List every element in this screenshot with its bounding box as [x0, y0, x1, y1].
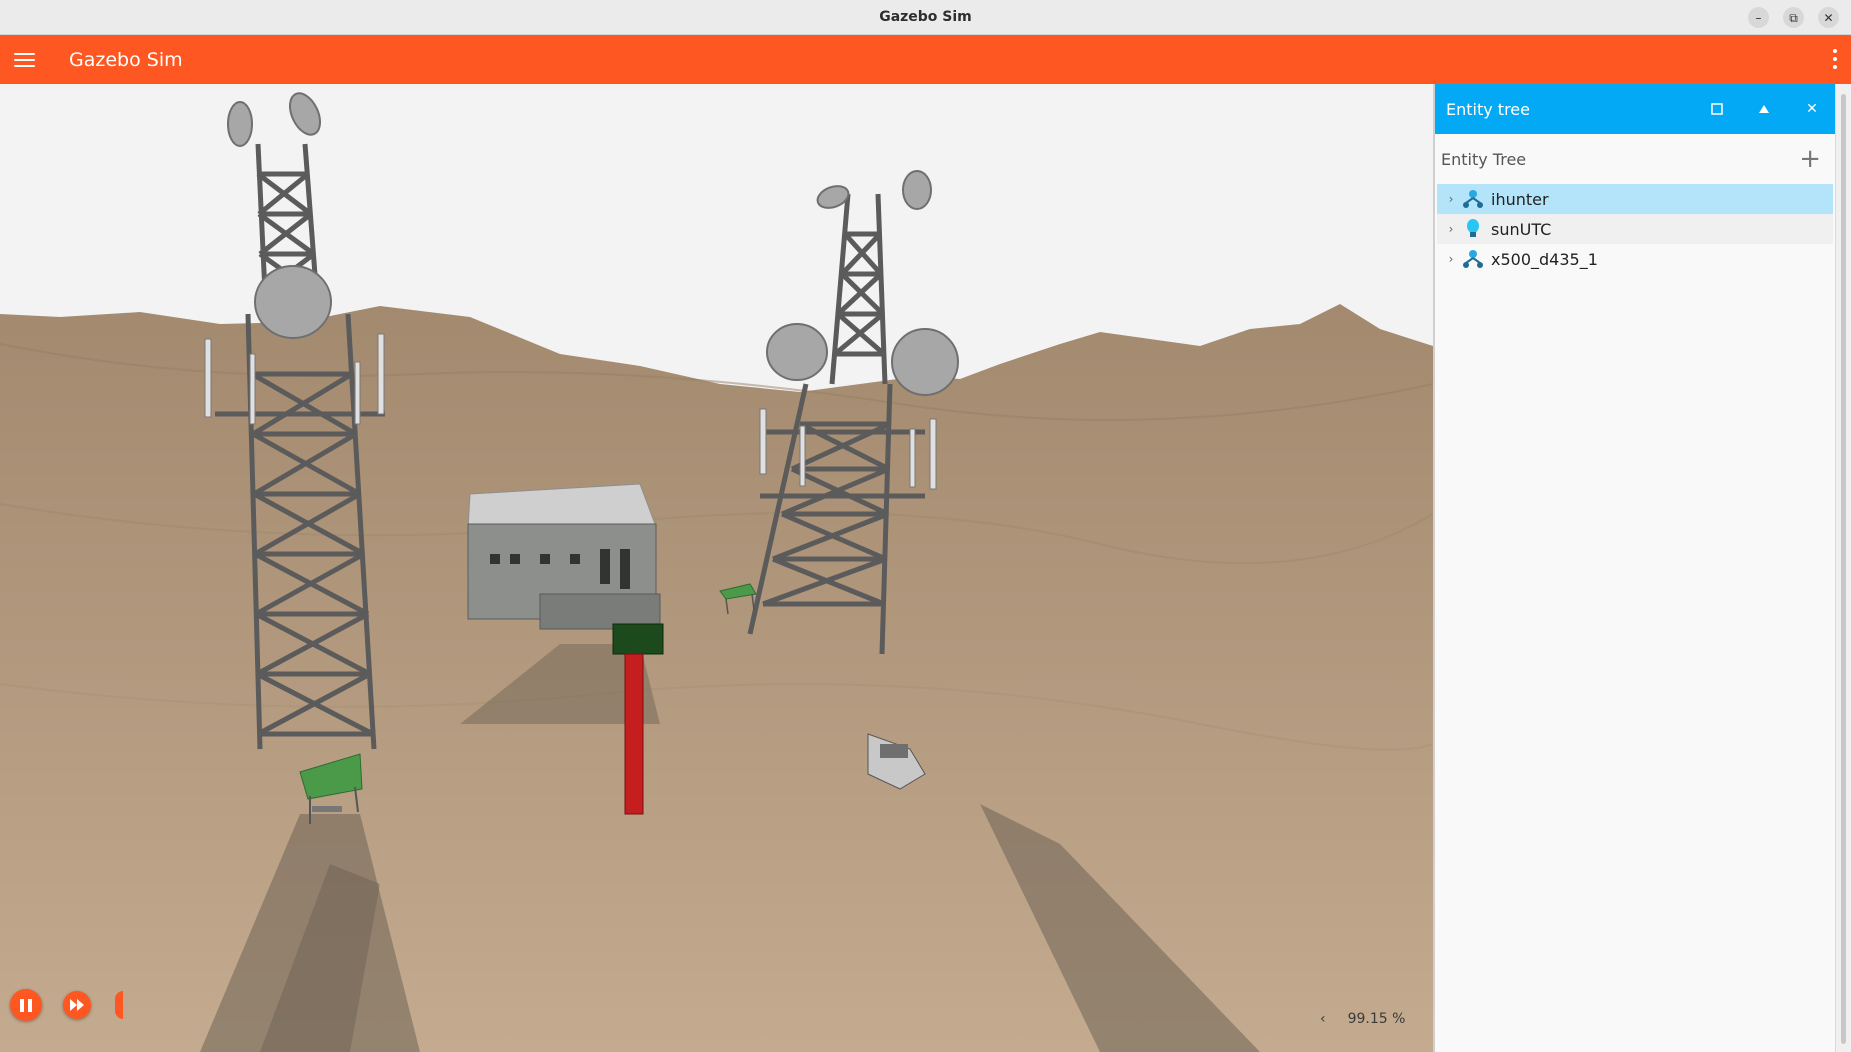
restore-icon[interactable]: ⧉ — [1783, 7, 1804, 28]
real-time-factor: ‹ 99.15 % — [1320, 1011, 1405, 1027]
minimize-icon[interactable]: – — [1748, 7, 1769, 28]
hamburger-icon[interactable] — [14, 51, 38, 69]
tree-item-ihunter[interactable]: › ihunter — [1437, 184, 1833, 214]
step-button[interactable] — [63, 991, 91, 1019]
chevron-right-icon[interactable]: › — [1443, 252, 1459, 266]
chevron-left-icon[interactable]: ‹ — [1320, 1011, 1326, 1027]
panel-title: Entity tree — [1446, 99, 1530, 119]
tree-item-label: sunUTC — [1491, 219, 1552, 239]
building — [467, 483, 661, 630]
model-icon — [1461, 187, 1485, 211]
scrollbar-thumb[interactable] — [1841, 94, 1846, 1044]
app-toolbar: Gazebo Sim — [0, 35, 1851, 84]
fast-forward-icon — [70, 999, 84, 1011]
app-title: Gazebo Sim — [69, 48, 183, 71]
real-time-factor-value: 99.15 % — [1347, 1011, 1406, 1027]
close-panel-icon[interactable]: ✕ — [1801, 98, 1823, 120]
window-title: Gazebo Sim — [879, 9, 972, 25]
pause-button[interactable] — [10, 989, 42, 1021]
scene-render — [0, 84, 1433, 1052]
entity-tree-panel: Entity tree ✕ Entity Tree + › ihunter › — [1433, 84, 1835, 1052]
tree-item-x500-d435-1[interactable]: › x500_d435_1 — [1437, 244, 1833, 274]
plus-icon[interactable]: + — [1799, 146, 1821, 172]
hidden-control-edge[interactable] — [115, 991, 123, 1019]
panel-scrollbar[interactable] — [1835, 84, 1851, 1052]
scene-viewport[interactable]: ‹ 99.15 % — [0, 84, 1433, 1052]
light-bulb-icon — [1461, 217, 1485, 241]
chevron-right-icon[interactable]: › — [1443, 222, 1459, 236]
maximize-icon[interactable] — [1706, 98, 1728, 120]
close-icon[interactable]: ✕ — [1818, 7, 1839, 28]
kebab-icon[interactable] — [1831, 48, 1839, 72]
panel-header: Entity tree ✕ — [1435, 84, 1835, 134]
window-controls: – ⧉ ✕ — [1748, 7, 1839, 28]
pause-icon — [18, 998, 34, 1012]
tree-item-sunutc[interactable]: › sunUTC — [1437, 214, 1833, 244]
entity-tree-title: Entity Tree — [1441, 149, 1527, 169]
tree-item-label: x500_d435_1 — [1491, 249, 1598, 269]
model-icon — [1461, 247, 1485, 271]
window-titlebar: Gazebo Sim – ⧉ ✕ — [0, 0, 1851, 35]
chevron-right-icon[interactable]: › — [1443, 192, 1459, 206]
collapse-up-icon[interactable] — [1753, 98, 1775, 120]
entity-tree-subheader: Entity Tree + — [1435, 134, 1835, 184]
tree-item-label: ihunter — [1491, 189, 1549, 209]
